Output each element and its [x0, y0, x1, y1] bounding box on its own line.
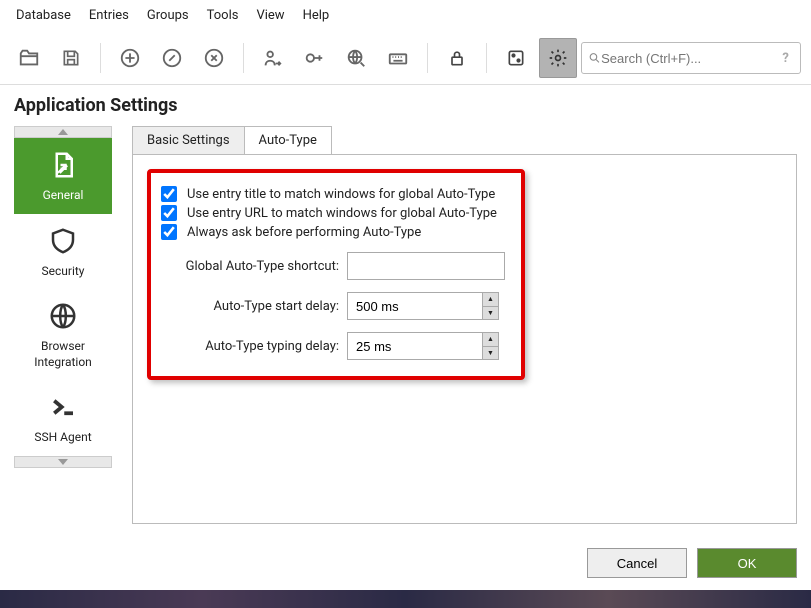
spinner-up[interactable]: ▲ [482, 293, 498, 307]
checkbox-label: Use entry title to match windows for glo… [187, 187, 495, 202]
sidebar-item-label: Security [42, 264, 85, 280]
checkbox-row-title-match: Use entry title to match windows for glo… [161, 186, 505, 202]
folder-open-icon [18, 47, 40, 69]
label-start-delay: Auto-Type start delay: [161, 299, 339, 314]
sidebar-scroll-up[interactable] [14, 126, 112, 138]
open-url-button[interactable] [337, 38, 375, 78]
desktop-background-strip [0, 590, 811, 608]
separator [427, 43, 428, 73]
close-circle-icon [203, 47, 225, 69]
menu-tools[interactable]: Tools [199, 4, 247, 27]
save-icon [61, 48, 81, 68]
menu-view[interactable]: View [248, 4, 292, 27]
tab-panel: Use entry title to match windows for glo… [132, 154, 797, 524]
lock-icon [447, 48, 467, 68]
input-typing-delay[interactable] [348, 333, 482, 359]
edit-entry-button[interactable] [153, 38, 191, 78]
spinner-up[interactable]: ▲ [482, 333, 498, 347]
plus-circle-icon [119, 47, 141, 69]
sidebar-item-label: Browser Integration [18, 339, 108, 370]
chevron-down-icon [58, 459, 68, 465]
spinner-start-delay: ▲ ▼ [347, 292, 499, 320]
highlight-region: Use entry title to match windows for glo… [147, 169, 525, 380]
checkbox-row-url-match: Use entry URL to match windows for globa… [161, 205, 505, 221]
user-arrow-icon [261, 47, 283, 69]
edit-circle-icon [161, 47, 183, 69]
checkbox-url-match[interactable] [161, 205, 177, 221]
checkbox-label: Use entry URL to match windows for globa… [187, 206, 497, 221]
tabs: Basic Settings Auto-Type [132, 126, 797, 155]
label-global-shortcut: Global Auto-Type shortcut: [161, 259, 339, 274]
sidebar-item-general[interactable]: General [14, 138, 112, 214]
sidebar-item-label: SSH Agent [34, 430, 91, 446]
open-db-button[interactable] [10, 38, 48, 78]
input-start-delay[interactable] [348, 293, 482, 319]
spinner-down[interactable]: ▼ [482, 307, 498, 320]
page-title: Application Settings [0, 85, 811, 126]
dialog-footer: Cancel OK [587, 548, 797, 578]
settings-sidebar: General Security Browser Integration SSH… [14, 126, 112, 524]
checkbox-title-match[interactable] [161, 186, 177, 202]
checkbox-label: Always ask before performing Auto-Type [187, 225, 421, 240]
cancel-button[interactable]: Cancel [587, 548, 687, 578]
terminal-icon [48, 392, 78, 422]
label-typing-delay: Auto-Type typing delay: [161, 339, 339, 354]
lock-db-button[interactable] [438, 38, 476, 78]
separator [100, 43, 101, 73]
tab-basic-settings[interactable]: Basic Settings [132, 126, 245, 155]
sidebar-item-label: General [43, 188, 84, 204]
row-typing-delay: Auto-Type typing delay: ▲ ▼ [161, 332, 505, 360]
search-input[interactable] [601, 51, 777, 66]
search-help-icon[interactable]: ? [777, 49, 794, 67]
checkbox-row-always-ask: Always ask before performing Auto-Type [161, 224, 505, 240]
settings-panel: Basic Settings Auto-Type Use entry title… [132, 126, 797, 524]
sidebar-scroll-down[interactable] [14, 456, 112, 468]
tab-auto-type[interactable]: Auto-Type [245, 126, 332, 155]
document-icon [48, 150, 78, 180]
search-icon [588, 51, 601, 65]
row-start-delay: Auto-Type start delay: ▲ ▼ [161, 292, 505, 320]
menubar: Database Entries Groups Tools View Help [0, 0, 811, 32]
copy-password-button[interactable] [295, 38, 333, 78]
search-box[interactable]: ? [581, 42, 801, 74]
save-db-button[interactable] [52, 38, 90, 78]
copy-username-button[interactable] [254, 38, 292, 78]
sidebar-item-ssh[interactable]: SSH Agent [14, 380, 112, 456]
key-icon [303, 47, 325, 69]
separator [486, 43, 487, 73]
ok-button[interactable]: OK [697, 548, 797, 578]
content: General Security Browser Integration SSH… [0, 126, 811, 538]
globe-icon [48, 301, 78, 331]
dice-icon [506, 48, 526, 68]
row-global-shortcut: Global Auto-Type shortcut: [161, 252, 505, 280]
menu-groups[interactable]: Groups [139, 4, 197, 27]
menu-help[interactable]: Help [295, 4, 338, 27]
autotype-button[interactable] [379, 38, 417, 78]
checkbox-always-ask[interactable] [161, 224, 177, 240]
toolbar: ? [0, 32, 811, 85]
add-entry-button[interactable] [111, 38, 149, 78]
shield-icon [48, 226, 78, 256]
menu-database[interactable]: Database [8, 4, 79, 27]
keyboard-icon [387, 47, 409, 69]
chevron-up-icon [58, 129, 68, 135]
sidebar-item-browser[interactable]: Browser Integration [14, 289, 112, 380]
input-global-shortcut[interactable] [347, 252, 505, 280]
spinner-typing-delay: ▲ ▼ [347, 332, 499, 360]
menu-entries[interactable]: Entries [81, 4, 137, 27]
spinner-down[interactable]: ▼ [482, 347, 498, 360]
settings-button[interactable] [539, 38, 577, 78]
sidebar-item-security[interactable]: Security [14, 214, 112, 290]
gear-icon [548, 48, 568, 68]
delete-entry-button[interactable] [195, 38, 233, 78]
globe-arrow-icon [345, 47, 367, 69]
password-generator-button[interactable] [497, 38, 535, 78]
separator [243, 43, 244, 73]
